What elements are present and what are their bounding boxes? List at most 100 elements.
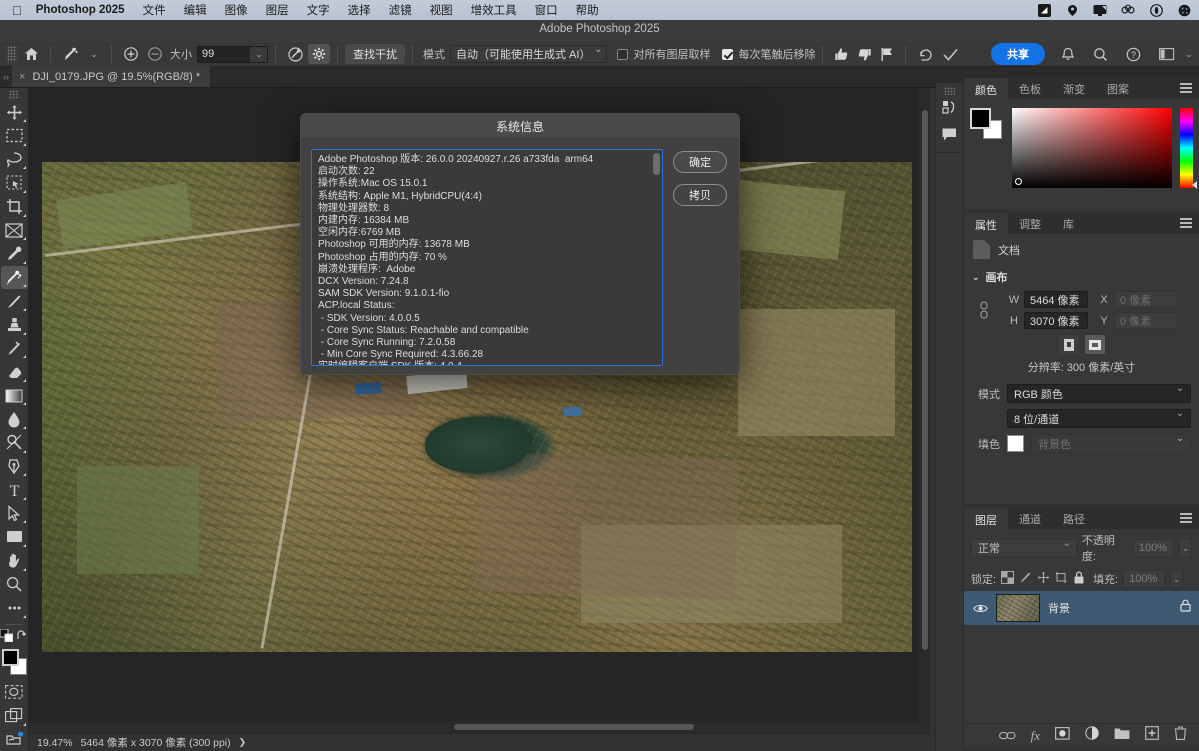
tab-layers[interactable]: 图层 [964, 508, 1008, 529]
quick-mask-icon[interactable] [1, 680, 28, 704]
history-brush-tool[interactable] [1, 337, 28, 361]
dialog-scrollbar[interactable] [653, 153, 660, 365]
opacity-value[interactable]: 100% [1132, 539, 1175, 557]
menu-item-edit[interactable]: 编辑 [184, 2, 207, 18]
new-group-icon[interactable] [1114, 727, 1130, 745]
menu-app-name[interactable]: Photoshop 2025 [36, 4, 125, 16]
adjustment-layer-icon[interactable] [1085, 726, 1099, 745]
lasso-tool[interactable] [1, 148, 28, 172]
fill-color-swatch[interactable] [1007, 435, 1024, 452]
link-icon[interactable] [978, 300, 990, 320]
zoom-tool[interactable] [1, 573, 28, 597]
panel-menu-icon[interactable] [1180, 83, 1192, 93]
ok-button[interactable]: 确定 [673, 151, 727, 173]
brush-size-stepper[interactable]: 99 ⌄ [197, 45, 268, 63]
apple-logo-icon[interactable]:  [12, 4, 22, 17]
menu-item-view[interactable]: 视图 [430, 2, 453, 18]
menu-item-image[interactable]: 图像 [225, 2, 248, 18]
spotlight-dark-icon[interactable] [1177, 3, 1191, 17]
tabbar-grip[interactable]: ›› [0, 66, 12, 87]
dropbox-icon[interactable] [1065, 3, 1079, 17]
tab-properties[interactable]: 属性 [964, 213, 1008, 234]
display-icon[interactable] [1093, 3, 1107, 17]
canvas-horizontal-scrollbar[interactable] [29, 721, 930, 733]
tab-swatches[interactable]: 色板 [1008, 78, 1052, 99]
canvas-x-input[interactable]: 0 像素 [1114, 291, 1178, 308]
link-layers-icon[interactable] [998, 727, 1016, 745]
find-distractions-button[interactable]: 查找干扰 [345, 44, 405, 64]
layer-style-fx-icon[interactable]: fx [1031, 728, 1040, 744]
brush-add-icon[interactable] [119, 44, 143, 64]
sample-all-layers-checkbox[interactable]: 对所有图层取样 [617, 46, 710, 62]
lock-image-icon[interactable] [1019, 571, 1032, 587]
layer-thumbnail[interactable] [996, 594, 1040, 622]
tab-paths[interactable]: 路径 [1052, 508, 1096, 529]
workspace-icon[interactable] [1155, 44, 1179, 64]
thumbs-up-icon[interactable] [830, 44, 853, 64]
search-icon[interactable] [1089, 44, 1112, 64]
eyedropper-tool[interactable] [1, 242, 28, 266]
object-selection-tool[interactable] [1, 171, 28, 195]
zoom-level[interactable]: 19.47% [37, 737, 73, 749]
tab-patterns[interactable]: 图案 [1096, 78, 1140, 99]
swap-colors-icon[interactable] [16, 629, 28, 647]
brush-tool[interactable] [1, 289, 28, 313]
system-info-textarea[interactable]: Adobe Photoshop 版本: 26.0.0 20240927.r.26… [311, 149, 663, 366]
menu-item-layer[interactable]: 图层 [266, 2, 289, 18]
color-panel-swatches[interactable] [970, 108, 1004, 140]
close-icon[interactable]: × [19, 71, 25, 83]
canvas-y-input[interactable]: 0 像素 [1114, 312, 1178, 329]
default-colors-icon[interactable] [0, 628, 14, 647]
tools-panel-grip[interactable] [9, 90, 19, 99]
delete-layer-icon[interactable] [1174, 726, 1187, 745]
menu-item-select[interactable]: 选择 [348, 2, 371, 18]
eraser-tool[interactable] [1, 360, 28, 384]
layer-row-background[interactable]: 背景 [964, 591, 1199, 625]
eye-icon[interactable] [972, 603, 988, 614]
tab-adjustments[interactable]: 调整 [1008, 213, 1052, 234]
crop-tool[interactable] [1, 195, 28, 219]
tool-preset-dropdown-icon[interactable]: ⌄ [84, 44, 104, 64]
screen-mode-icon[interactable] [1, 704, 28, 728]
brush-settings-icon[interactable] [283, 44, 308, 64]
chevron-down-icon[interactable]: ⌄ [972, 272, 980, 283]
document-tab[interactable]: × DJI_0179.JPG @ 19.5%(RGB/8) * [12, 66, 212, 87]
lock-icon[interactable] [1180, 599, 1191, 617]
path-selection-tool[interactable] [1, 502, 28, 526]
workspace-chevron-down-icon[interactable]: ⌄ [1179, 44, 1199, 64]
frame-tool[interactable] [1, 219, 28, 243]
checkbox-box[interactable] [722, 48, 734, 60]
rectangle-tool[interactable] [1, 525, 28, 549]
status-chevron-icon[interactable]: ❯ [239, 737, 247, 748]
rail-grip[interactable] [944, 87, 955, 95]
rectangular-marquee-tool[interactable] [1, 124, 28, 148]
pen-tool[interactable] [1, 455, 28, 479]
copy-button[interactable]: 拷贝 [673, 184, 727, 206]
mode-select[interactable]: 自动（可能使用生成式 AI） [450, 44, 608, 63]
orientation-landscape-icon[interactable] [1084, 335, 1105, 354]
help-icon[interactable]: ? [1122, 44, 1145, 64]
saturation-value-field[interactable] [1012, 108, 1172, 188]
dodge-tool[interactable] [1, 431, 28, 455]
canvas-height-input[interactable]: 3070 像素 [1024, 312, 1088, 329]
hue-strip[interactable] [1180, 108, 1197, 189]
panel-menu-icon[interactable] [1180, 513, 1192, 523]
tab-color[interactable]: 颜色 [964, 78, 1008, 99]
add-mask-icon[interactable] [1055, 726, 1070, 745]
current-tool-spot-healing-brush-icon[interactable] [58, 44, 84, 64]
orientation-portrait-icon[interactable] [1058, 335, 1079, 354]
hue-marker[interactable] [1192, 181, 1197, 189]
lock-all-icon[interactable] [1073, 571, 1085, 587]
hand-tool[interactable] [1, 549, 28, 573]
lock-artboard-icon[interactable] [1055, 571, 1068, 587]
menu-item-plugins[interactable]: 增效工具 [471, 2, 517, 18]
thumbs-down-icon[interactable] [853, 44, 876, 64]
blur-tool[interactable] [1, 407, 28, 431]
new-layer-icon[interactable] [1145, 726, 1159, 745]
chevron-down-icon[interactable]: ⌄ [250, 46, 267, 62]
comments-icon[interactable] [937, 121, 962, 147]
layer-fill-value[interactable]: 100% [1123, 570, 1166, 588]
screen-share-icon[interactable] [1037, 3, 1051, 17]
system-info-dialog[interactable]: 系统信息 Adobe Photoshop 版本: 26.0.0 20240927… [300, 113, 740, 375]
color-mode-select[interactable]: RGB 颜色 [1007, 383, 1191, 403]
